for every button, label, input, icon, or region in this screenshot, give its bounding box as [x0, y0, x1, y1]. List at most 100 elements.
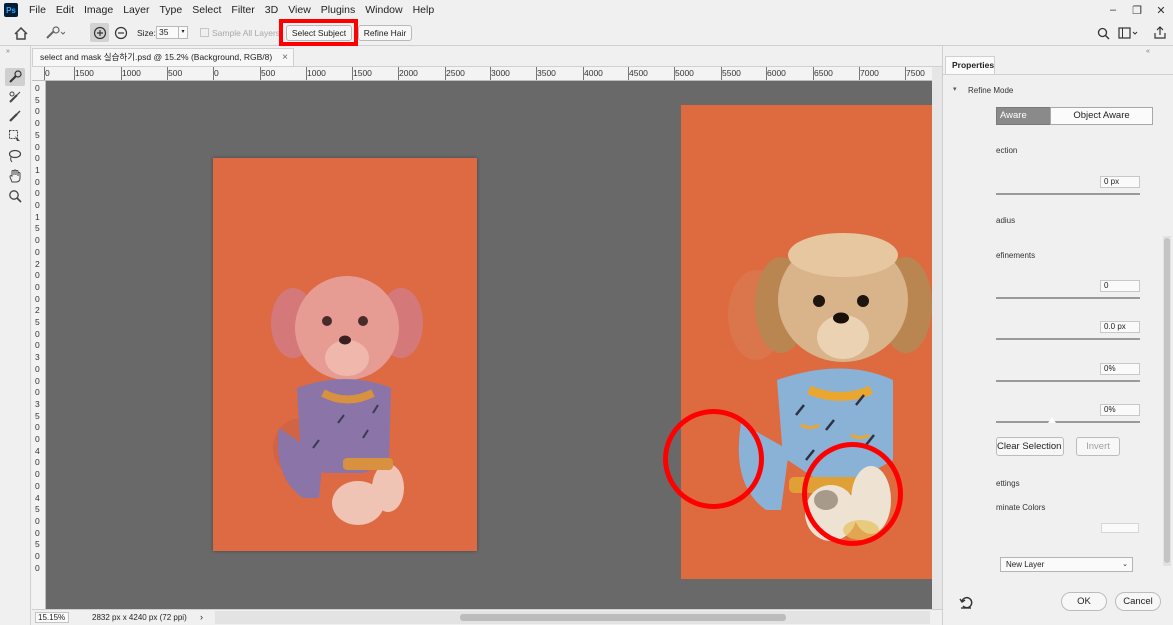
ruler-left-label: 0 [35, 141, 40, 152]
ruler-top-label: 500 [168, 68, 183, 78]
radius-input[interactable]: 0 px [1100, 176, 1140, 188]
minimize-button[interactable]: – [1101, 4, 1125, 17]
panel-scrollbar[interactable] [1163, 236, 1171, 566]
ruler-top-tick [490, 67, 491, 80]
ruler-top-tick [583, 67, 584, 80]
chevron-down-icon[interactable]: ▾ [953, 85, 957, 93]
workspace-icon[interactable] [1117, 25, 1139, 41]
feather-slider[interactable] [996, 338, 1140, 340]
ruler-top-label: 1500 [75, 68, 94, 78]
search-icon[interactable] [1095, 25, 1111, 41]
contrast-slider[interactable] [996, 380, 1140, 382]
ruler-left-label: 0 [35, 293, 40, 304]
refine-edge-brush-icon[interactable] [5, 88, 25, 106]
size-label: Size: [137, 28, 156, 38]
subtract-from-selection-icon[interactable] [113, 25, 129, 41]
quick-selection-brush-icon[interactable] [44, 25, 66, 41]
shift-edge-input[interactable]: 0% [1100, 404, 1140, 416]
reset-workspace-icon[interactable] [957, 594, 975, 610]
add-to-selection-icon[interactable] [90, 23, 109, 42]
brush-tool-icon[interactable] [5, 107, 25, 125]
menu-window[interactable]: Window [360, 0, 407, 20]
ruler-top-label: 5500 [722, 68, 741, 78]
size-input[interactable]: 35 ▾ [156, 26, 188, 39]
close-tab-icon[interactable]: × [282, 49, 288, 66]
shift-edge-slider[interactable] [996, 421, 1140, 423]
sample-all-layers-label: Sample All Layers [212, 28, 281, 38]
menu-image[interactable]: Image [79, 0, 118, 20]
expand-panel-icon[interactable]: « [1146, 48, 1150, 55]
menu-3d[interactable]: 3D [260, 0, 283, 20]
ruler-top-label: 2000 [399, 68, 418, 78]
lasso-tool-icon[interactable] [5, 147, 25, 165]
restore-button[interactable]: ❐ [1125, 4, 1149, 17]
ruler-left-label: 5 [35, 539, 40, 550]
menu-bar: Ps File Edit Image Layer Type Select Fil… [0, 0, 1173, 20]
quick-selection-tool-icon[interactable] [5, 68, 25, 86]
photoshop-logo-icon: Ps [4, 3, 18, 17]
menu-file[interactable]: File [24, 0, 51, 20]
decontaminate-amount-field[interactable] [1101, 523, 1139, 533]
horizontal-scroll-thumb[interactable] [460, 614, 786, 621]
ruler-top-label: 5000 [675, 68, 694, 78]
sample-all-layers-checkbox[interactable] [200, 28, 209, 37]
ruler-left-label: 0 [35, 328, 40, 339]
canvas-area[interactable] [46, 81, 932, 609]
tools-panel: » [0, 46, 31, 625]
panel-divider [943, 74, 1173, 75]
shift-edge-slider-thumb[interactable] [1048, 417, 1056, 423]
menu-layer[interactable]: Layer [118, 0, 154, 20]
zoom-input[interactable]: 15.15% [35, 612, 69, 623]
menu-select[interactable]: Select [187, 0, 226, 20]
contrast-input[interactable]: 0% [1100, 363, 1140, 375]
ruler-top-label: 0 [45, 68, 50, 78]
cancel-button[interactable]: Cancel [1115, 592, 1161, 611]
collapse-panel-icon[interactable]: » [6, 48, 10, 55]
ruler-left-label: 2 [35, 258, 40, 269]
smooth-slider[interactable] [996, 297, 1140, 299]
output-to-select[interactable]: New Layer ⌄ [1000, 557, 1133, 572]
chevron-down-icon[interactable]: ⌄ [1122, 558, 1128, 571]
horizontal-scrollbar[interactable] [215, 611, 930, 624]
menu-edit[interactable]: Edit [51, 0, 79, 20]
vertical-scrollbar[interactable] [932, 67, 942, 609]
menu-help[interactable]: Help [408, 0, 440, 20]
feather-input[interactable]: 0.0 px [1100, 321, 1140, 333]
share-icon[interactable] [1152, 24, 1168, 40]
document-tab[interactable]: select and mask 실습하기.psd @ 15.2% (Backgr… [32, 48, 294, 66]
menu-view[interactable]: View [283, 0, 316, 20]
ruler-top-tick [352, 67, 353, 80]
invert-button[interactable]: Invert [1076, 437, 1120, 456]
tab-properties[interactable]: Properties [945, 56, 995, 74]
menu-type[interactable]: Type [154, 0, 187, 20]
object-aware-button[interactable]: Object Aware [1050, 107, 1153, 125]
status-bar: 15.15% 2832 px x 4240 px (72 ppi) › [32, 609, 942, 625]
properties-panel: « Properties ▾ Refine Mode Aware Object … [942, 46, 1173, 625]
ruler-top-label: 7500 [906, 68, 925, 78]
ok-button[interactable]: OK [1061, 592, 1107, 611]
ruler-left-label: 4 [35, 445, 40, 456]
close-window-button[interactable]: ✕ [1149, 4, 1173, 17]
ruler-left-label: 0 [35, 118, 40, 129]
color-aware-button[interactable]: Aware [996, 107, 1051, 125]
status-menu-arrow[interactable]: › [200, 612, 203, 622]
clear-selection-button[interactable]: Clear Selection [996, 437, 1064, 456]
refine-mode-label: Refine Mode [968, 86, 1014, 95]
refine-hair-button[interactable]: Refine Hair [358, 25, 412, 41]
ruler-left-label: 0 [35, 235, 40, 246]
hand-tool-icon[interactable] [5, 167, 25, 185]
document-info: 2832 px x 4240 px (72 ppi) [92, 613, 187, 622]
ruler-left-label: 0 [35, 200, 40, 210]
zoom-tool-icon[interactable] [5, 187, 25, 205]
object-selection-tool-icon[interactable] [5, 127, 25, 145]
smooth-input[interactable]: 0 [1100, 280, 1140, 292]
ruler-left-label: 0 [35, 188, 40, 199]
menu-filter[interactable]: Filter [226, 0, 259, 20]
menu-plugins[interactable]: Plugins [316, 0, 360, 20]
radius-slider[interactable] [996, 193, 1140, 195]
panel-scroll-thumb[interactable] [1164, 238, 1170, 563]
ruler-top-tick [306, 67, 307, 80]
chevron-down-icon[interactable]: ▾ [178, 27, 187, 38]
ruler-top-tick [813, 67, 814, 80]
home-icon[interactable] [12, 25, 30, 41]
